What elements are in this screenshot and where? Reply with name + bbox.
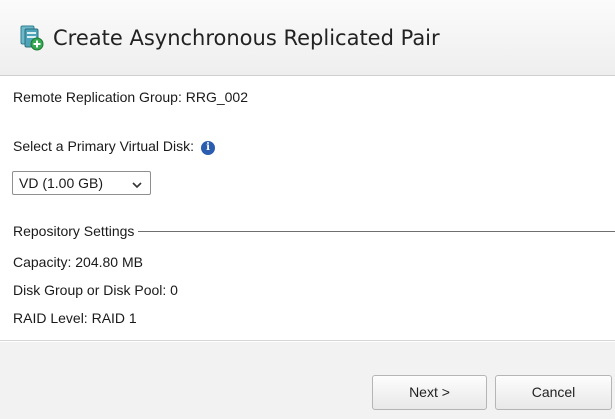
primary-virtual-disk-select[interactable]: VD (1.00 GB) xyxy=(12,171,151,195)
primary-virtual-disk-value: VD (1.00 GB) xyxy=(19,175,104,191)
create-async-replicated-pair-dialog: Create Asynchronous Replicated Pair Remo… xyxy=(0,0,615,419)
info-icon[interactable]: i xyxy=(201,141,216,155)
remote-replication-group-text: Remote Replication Group: RRG_002 xyxy=(13,89,249,105)
repository-settings-header: Repository Settings xyxy=(13,223,135,239)
raid-level-text: RAID Level: RAID 1 xyxy=(13,310,137,326)
dialog-footer: Next > Cancel xyxy=(0,342,615,419)
chevron-down-icon xyxy=(132,176,142,190)
dialog-content: Remote Replication Group: RRG_002 Select… xyxy=(0,77,615,341)
repository-settings-group: Repository Settings xyxy=(13,223,615,239)
primary-disk-label: Select a Primary Virtual Disk: xyxy=(13,138,195,154)
capacity-text: Capacity: 204.80 MB xyxy=(13,254,143,270)
next-button[interactable]: Next > xyxy=(372,375,487,410)
cancel-button[interactable]: Cancel xyxy=(495,375,612,410)
primary-disk-label-row: Select a Primary Virtual Disk: i xyxy=(13,138,216,155)
replicated-pair-add-icon xyxy=(18,25,44,51)
dialog-title-bar: Create Asynchronous Replicated Pair xyxy=(0,0,615,76)
group-divider xyxy=(138,230,615,232)
dialog-title: Create Asynchronous Replicated Pair xyxy=(53,25,440,50)
disk-group-text: Disk Group or Disk Pool: 0 xyxy=(13,282,178,298)
